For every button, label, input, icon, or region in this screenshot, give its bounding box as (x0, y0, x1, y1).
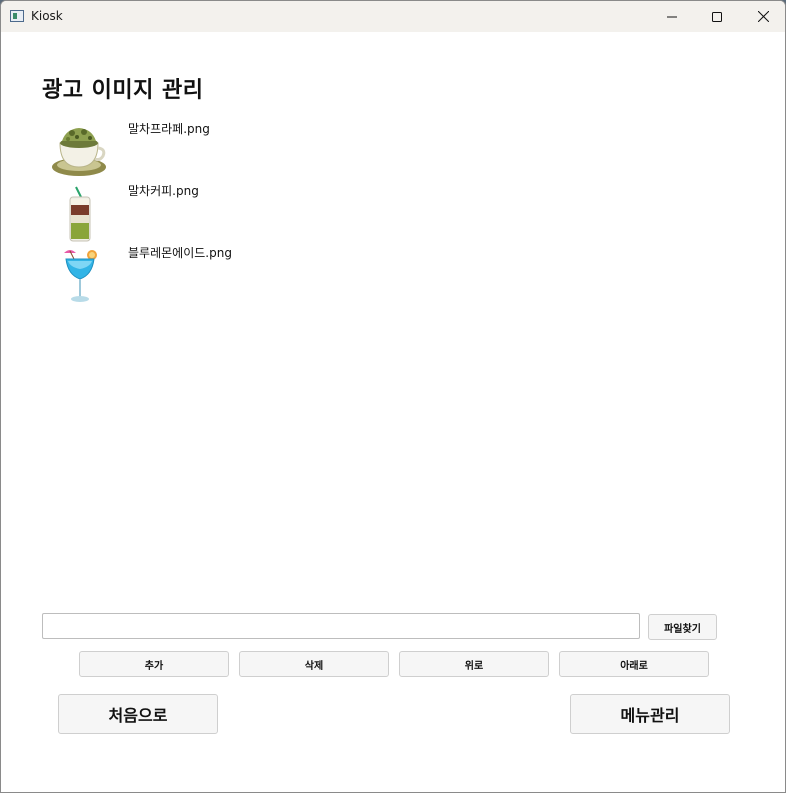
window-title: Kiosk (31, 9, 63, 23)
matcha-coffee-thumbnail (69, 186, 91, 242)
file-name: 말차커피.png (128, 184, 199, 198)
file-name: 말차프라페.png (128, 122, 210, 136)
kiosk-window: Kiosk 광고 이미지 관리 말차프라페.png 말차커피.png 블루레몬에… (0, 0, 786, 793)
add-button[interactable]: 추가 (79, 651, 229, 677)
ad-image-list[interactable]: 말차프라페.png 말차커피.png 블루레몬에이드.png (42, 119, 742, 305)
app-icon (10, 10, 24, 22)
file-name: 블루레몬에이드.png (128, 246, 232, 260)
move-up-button[interactable]: 위로 (399, 651, 549, 677)
minimize-icon (667, 16, 677, 17)
home-button[interactable]: 처음으로 (58, 694, 218, 734)
list-item[interactable]: 블루레몬에이드.png (42, 243, 742, 305)
blue-lemonade-thumbnail (64, 250, 97, 302)
list-item[interactable]: 말차프라페.png (42, 119, 742, 181)
file-path-input[interactable] (42, 613, 640, 639)
maximize-button[interactable] (694, 1, 740, 32)
close-button[interactable] (740, 1, 785, 32)
minimize-button[interactable] (649, 1, 695, 32)
close-icon (757, 11, 769, 22)
page-title: 광고 이미지 관리 (42, 78, 204, 103)
list-item[interactable]: 말차커피.png (42, 181, 742, 243)
browse-file-button[interactable]: 파일찾기 (648, 614, 717, 640)
delete-button[interactable]: 삭제 (239, 651, 389, 677)
menu-management-button[interactable]: 메뉴관리 (570, 694, 730, 734)
move-down-button[interactable]: 아래로 (559, 651, 709, 677)
title-bar[interactable]: Kiosk (1, 1, 785, 32)
maximize-icon (712, 11, 722, 22)
matcha-frappe-thumbnail (52, 128, 106, 176)
